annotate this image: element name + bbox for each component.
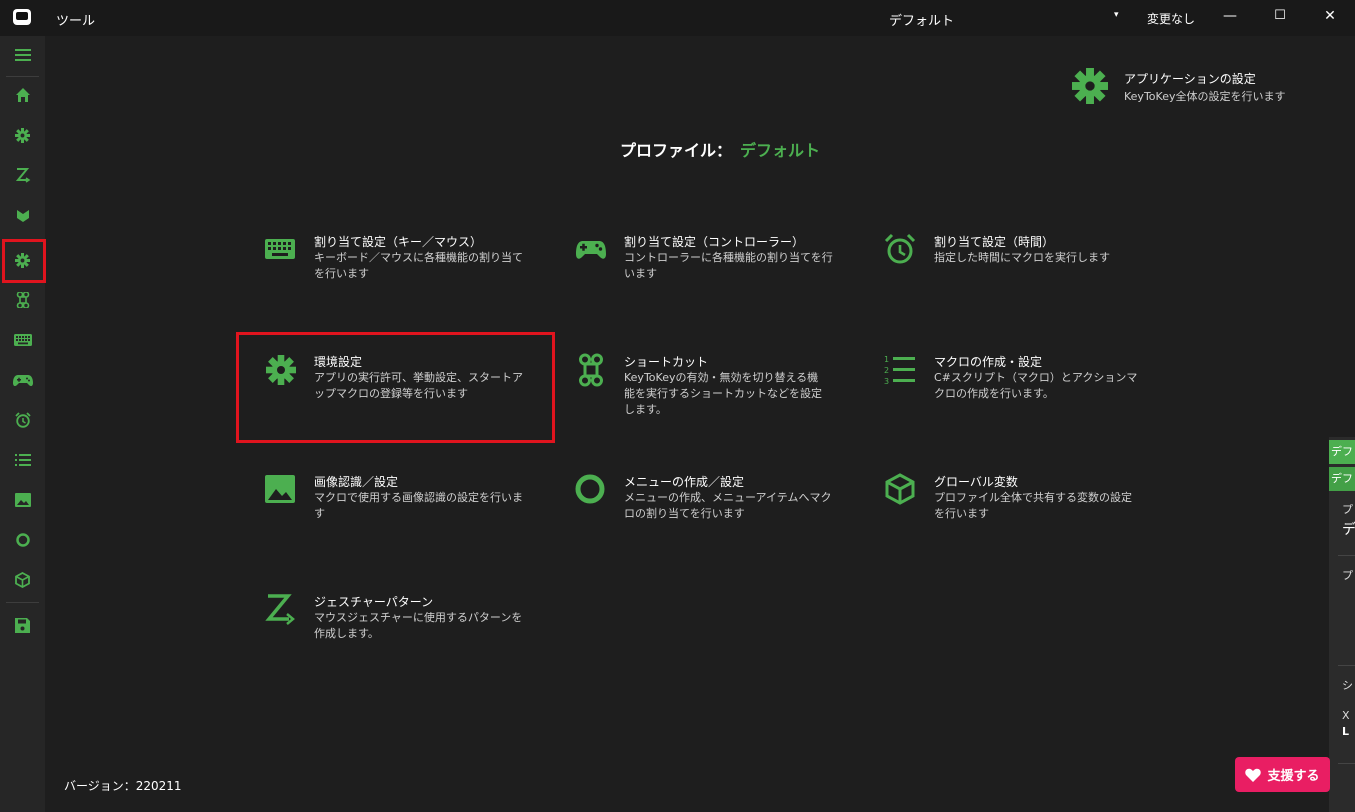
tile-title: 割り当て設定（キー／マウス） [314,235,483,249]
tile-selection-highlight [236,332,555,443]
tile-description: キーボード／マウスに各種機能の割り当てを行います [314,251,523,280]
keyboard-icon [265,239,295,259]
svg-text:2: 2 [884,366,889,375]
image-icon [265,475,295,503]
svg-text:1: 1 [884,355,889,364]
tile-description: 指定した時間にマクロを実行します [934,251,1110,264]
gear-icon[interactable] [0,120,45,150]
support-button[interactable]: 支援する [1235,757,1330,792]
maximize-button[interactable]: ☐ [1270,8,1290,23]
tile-shortcut[interactable]: ショートカット KeyToKeyの有効・無効を切り替える機能を実行するショートカ… [574,353,854,417]
tile-title: ジェスチャーパターン [314,595,434,609]
profile-side-panel: デフ デフ プ デ プ シ X L [1329,437,1355,812]
change-status: 変更なし [1147,12,1196,26]
shield-icon[interactable] [0,200,45,230]
title-bar: ツール デフォルト ▾ 変更なし — ☐ ✕ [0,0,1355,36]
svg-text:3: 3 [884,377,889,386]
side-panel-text: プ [1342,569,1353,582]
close-button[interactable]: ✕ [1320,8,1340,24]
side-panel-text: デ [1342,522,1355,538]
tile-description: KeyToKeyの有効・無効を切り替える機能を実行するショートカットなどを設定し… [624,371,822,416]
heart-icon [1245,768,1262,782]
home-icon[interactable] [0,80,45,110]
gamepad-icon [576,241,606,259]
alarm-icon[interactable] [0,405,45,435]
app-settings-title: アプリケーションの設定 [1124,72,1256,86]
tile-title: メニューの作成／設定 [624,475,745,489]
sidebar-selection-highlight [2,239,46,283]
tile-description: メニューの作成、メニューアイテムへマクロの割り当てを行います [624,491,832,520]
profile-value[interactable]: デフォルト [740,141,820,160]
ring-icon [575,474,605,504]
alarm-icon [884,233,916,264]
side-panel-tab[interactable]: デフ [1329,440,1355,464]
tile-description: プロファイル全体で共有する変数の設定を行います [934,491,1132,520]
tile-macro-create[interactable]: 1 2 3 マクロの作成・設定 C#スクリプト（マクロ）とアクションマクロの作成を行… [884,353,1164,417]
tile-title: 割り当て設定（時間） [934,235,1055,249]
list-icon[interactable] [0,445,45,475]
profile-label: プロファイル： [620,141,733,160]
tile-description: マウスジェスチャーに使用するパターンを作成します。 [314,611,523,640]
tile-title: グローバル変数 [934,475,1018,489]
tile-title: ショートカット [624,355,709,369]
minimize-button[interactable]: — [1220,8,1240,24]
side-panel-text: X [1342,709,1350,722]
app-settings-description: KeyToKey全体の設定を行います [1124,90,1286,103]
tile-title: マクロの作成・設定 [934,355,1043,369]
gamepad-icon[interactable] [0,365,45,395]
profile-heading: プロファイル： デフォルト [620,137,820,161]
tile-global-variables[interactable]: グローバル変数 プロファイル全体で共有する変数の設定を行います [884,473,1164,537]
macro-list-icon: 1 2 3 [884,355,915,386]
app-logo-icon [13,9,31,25]
image-icon[interactable] [0,485,45,515]
tile-title: 画像認識／設定 [314,475,399,489]
tile-title: 割り当て設定（コントローラー） [624,235,805,249]
save-icon[interactable] [0,610,45,640]
side-panel-tab[interactable]: デフ [1329,467,1355,491]
menu-icon[interactable] [0,40,45,70]
gear-icon [1072,68,1108,104]
side-panel-text: L [1342,725,1350,738]
tile-controller-assignment[interactable]: 割り当て設定（コントローラー） コントローラーに各種機能の割り当てを行います [574,233,854,297]
ring-icon[interactable] [0,525,45,555]
sidebar [0,36,45,812]
support-label: 支援する [1267,769,1320,784]
gesture-z-icon[interactable] [0,160,45,190]
tile-description: コントローラーに各種機能の割り当てを行います [624,251,833,280]
side-panel-text: プ [1342,503,1353,516]
version-label: バージョン：220211 [64,779,182,793]
tile-description: C#スクリプト（マクロ）とアクションマクロの作成を行います。 [934,371,1138,400]
cube-icon [885,473,915,505]
command-icon[interactable] [0,285,45,315]
tile-description: マクロで使用する画像認識の設定を行います [314,491,523,520]
tile-key-mouse-assignment[interactable]: 割り当て設定（キー／マウス） キーボード／マウスに各種機能の割り当てを行います [264,233,544,297]
side-panel-text: シ [1342,679,1353,692]
tile-menu-create[interactable]: メニューの作成／設定 メニューの作成、メニューアイテムへマクロの割り当てを行いま… [574,473,854,537]
tile-gesture-pattern[interactable]: ジェスチャーパターン マウスジェスチャーに使用するパターンを作成します。 [264,593,544,657]
command-icon [578,353,604,387]
tools-menu[interactable]: ツール [56,10,95,29]
cube-icon[interactable] [0,565,45,595]
keyboard-icon[interactable] [0,325,45,355]
tile-time-assignment[interactable]: 割り当て設定（時間） 指定した時間にマクロを実行します [884,233,1164,297]
gesture-z-icon [265,594,295,625]
tile-image-recognition[interactable]: 画像認識／設定 マクロで使用する画像認識の設定を行います [264,473,544,537]
chevron-down-icon[interactable]: ▾ [1114,10,1119,20]
profile-selector[interactable]: デフォルト [889,10,954,29]
